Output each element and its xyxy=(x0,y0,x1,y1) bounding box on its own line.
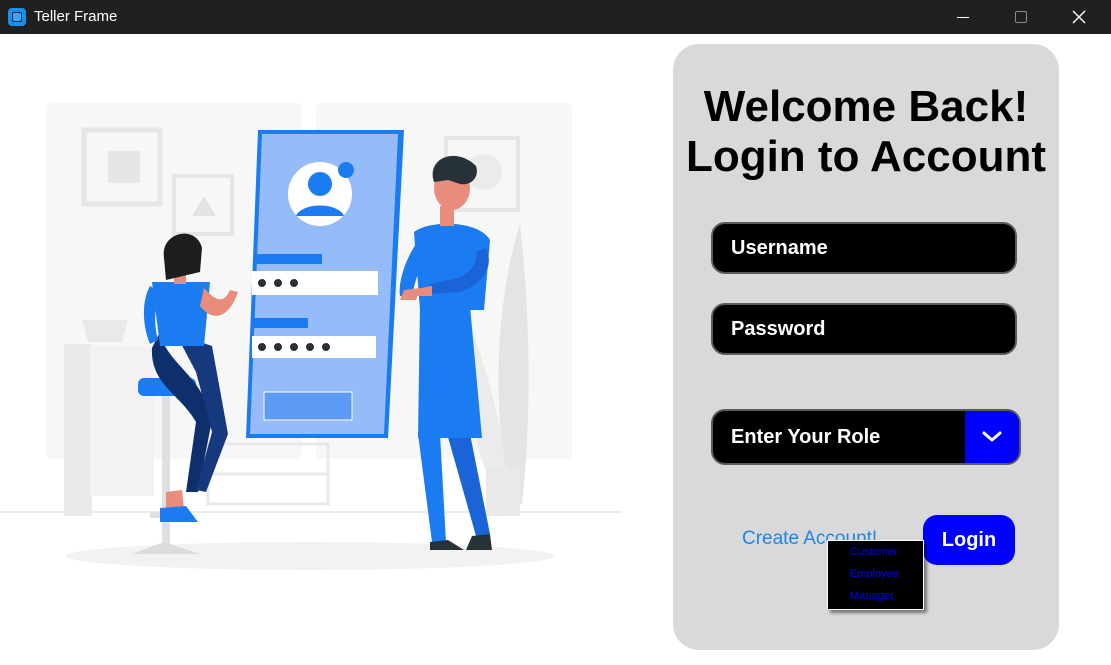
password-field[interactable] xyxy=(711,303,1017,355)
role-option-manager[interactable]: Manager xyxy=(850,590,893,602)
username-field[interactable] xyxy=(711,222,1017,274)
close-button[interactable] xyxy=(1050,0,1108,34)
role-option-employee[interactable]: Employee xyxy=(850,568,899,580)
role-select[interactable]: Enter Your Role xyxy=(711,409,1021,465)
login-heading: Login to Account xyxy=(685,132,1047,181)
username-input[interactable] xyxy=(713,224,1015,272)
close-icon xyxy=(1072,10,1086,24)
minimize-button[interactable] xyxy=(934,0,992,34)
password-input[interactable] xyxy=(713,305,1015,353)
login-button[interactable]: Login xyxy=(923,515,1015,565)
role-dropdown-menu: Customer Employee Manager xyxy=(827,540,924,610)
chevron-down-icon xyxy=(982,431,1002,442)
role-dropdown-button[interactable] xyxy=(965,411,1019,463)
role-option-customer[interactable]: Customer xyxy=(850,546,898,558)
minimize-icon xyxy=(957,16,969,18)
title-bar: Teller Frame xyxy=(0,0,1111,34)
maximize-button[interactable] xyxy=(992,0,1050,34)
role-select-label: Enter Your Role xyxy=(731,426,881,448)
window-title: Teller Frame xyxy=(34,8,118,25)
welcome-heading: Welcome Back! xyxy=(703,82,1029,131)
maximize-icon xyxy=(1015,11,1027,23)
app-icon xyxy=(8,8,26,26)
login-illustration xyxy=(0,34,622,660)
